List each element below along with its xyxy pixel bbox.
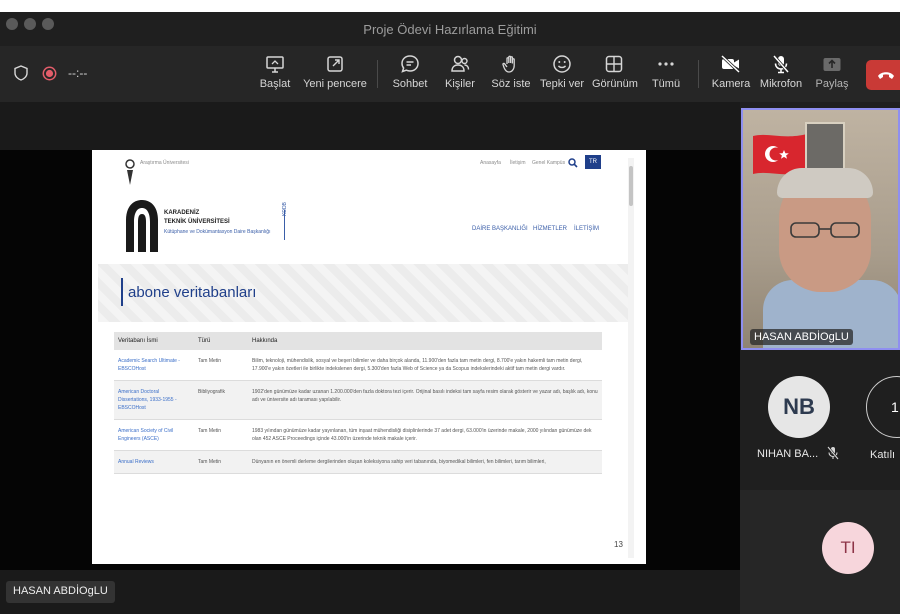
table-row: Academic Search Ultimate - EBSCOHost Tam… <box>114 350 602 381</box>
nav-contact[interactable]: İLETİŞİM <box>574 226 599 232</box>
mic-off-icon <box>827 446 839 460</box>
start-share-button[interactable]: Başlat <box>255 54 295 98</box>
reaction-label: Tepki ver <box>540 78 585 90</box>
people-icon <box>451 55 470 72</box>
table-header-row: Veritabanı İsmi Türü Hakkında <box>114 332 602 350</box>
people-button[interactable]: Kişiler <box>442 54 478 98</box>
database-about: Dünyanın en önemli derleme dergilerinden… <box>248 450 602 474</box>
database-table: Veritabanı İsmi Türü Hakkında Academic S… <box>114 332 602 474</box>
top-link-contact[interactable]: İletişim <box>510 160 526 166</box>
people-label: Kişiler <box>445 78 475 90</box>
mic-off-icon <box>772 55 790 74</box>
participant-video-tile[interactable]: HASAN ABDİOgLU <box>741 108 900 350</box>
database-name-link[interactable]: American Society of Civil Engineers (ASC… <box>114 419 194 451</box>
share-button[interactable]: Paylaş <box>812 54 852 98</box>
ktu-logo-icon <box>126 200 158 252</box>
database-about: 1983 yılından günümüze kadar yayınlanan,… <box>248 419 602 451</box>
more-label: Tümü <box>651 78 681 90</box>
logo-line-2: TEKNİK ÜNİVERSİTESİ <box>164 219 230 225</box>
table-row: American Society of Civil Engineers (ASC… <box>114 419 602 451</box>
page-heading: abone veritabanları <box>128 284 257 301</box>
nav-services[interactable]: HİZMETLER <box>533 226 567 232</box>
presenter-name-tag: HASAN ABDİOgLU <box>6 581 115 603</box>
column-header-about: Hakkında <box>248 332 602 350</box>
top-link-home[interactable]: Anasayfa <box>480 160 501 166</box>
more-dots-icon <box>658 62 674 66</box>
toolbar-divider <box>698 60 699 88</box>
view-label: Görünüm <box>592 78 638 90</box>
scrollbar-thumb[interactable] <box>629 166 633 206</box>
camera-button[interactable]: Kamera <box>710 54 752 98</box>
reaction-button[interactable]: Tepki ver <box>540 54 584 98</box>
camera-label: Kamera <box>711 78 751 90</box>
more-button[interactable]: Tümü <box>650 54 682 98</box>
raise-hand-icon <box>502 55 515 73</box>
chat-icon <box>401 55 419 73</box>
database-name-link[interactable]: Annual Reviews <box>114 450 194 474</box>
database-type: Tam Metin <box>194 450 248 474</box>
participant-name-partial: Katılı <box>870 449 896 461</box>
logo-abbr: KDDB <box>282 202 288 216</box>
nav-department[interactable]: DAİRE BAŞKANLIĞI <box>472 226 528 232</box>
window-title: Proje Ödevi Hazırlama Eğitimi <box>363 22 537 37</box>
chat-label: Sohbet <box>392 78 428 90</box>
column-header-name: Veritabanı İsmi <box>114 332 194 350</box>
database-about: Bilim, teknoloji, mühendislik, sosyal ve… <box>248 350 602 381</box>
logo-line-1: KARADENİZ <box>164 210 200 216</box>
portrait-frame <box>805 122 845 170</box>
shield-icon <box>14 65 28 81</box>
leave-meeting-button[interactable] <box>866 60 900 90</box>
toolbar-divider <box>377 60 378 88</box>
hair-shape <box>777 168 873 198</box>
chat-button[interactable]: Sohbet <box>390 54 430 98</box>
raise-hand-label: Söz iste <box>491 78 531 90</box>
grid-view-icon <box>605 55 623 73</box>
start-share-label: Başlat <box>259 78 291 90</box>
new-window-button[interactable]: Yeni pencere <box>302 54 368 98</box>
share-tray-icon <box>823 58 841 71</box>
search-icon[interactable] <box>568 158 578 168</box>
database-type: Tam Metin <box>194 350 248 381</box>
glasses-icon <box>790 222 860 238</box>
title-bar: Proje Ödevi Hazırlama Eğitimi <box>0 12 900 46</box>
database-name-link[interactable]: American Doctoral Dissertations, 1933-19… <box>114 380 194 420</box>
database-name-link[interactable]: Academic Search Ultimate - EBSCOHost <box>114 350 194 381</box>
video-name-tag: HASAN ABDİOgLU <box>750 329 853 345</box>
database-type: Tam Metin <box>194 419 248 451</box>
database-about: 1902'den günümüze kadar uzanan 1.200.000… <box>248 380 602 420</box>
scrollbar-track[interactable] <box>628 158 634 558</box>
avatar-nb[interactable]: NB <box>768 376 830 438</box>
heading-accent-bar <box>121 278 123 306</box>
microphone-button[interactable]: Mikrofon <box>758 54 804 98</box>
new-window-icon <box>327 56 343 72</box>
top-link-campus[interactable]: Genel Kampüs <box>532 160 565 166</box>
new-window-label: Yeni pencere <box>303 78 367 90</box>
camera-off-icon <box>720 54 741 74</box>
view-button[interactable]: Görünüm <box>592 54 638 98</box>
raise-hand-button[interactable]: Söz iste <box>490 54 532 98</box>
table-row: Annual Reviews Tam Metin Dünyanın en öne… <box>114 450 602 474</box>
page-number: 13 <box>614 540 623 549</box>
column-header-type: Türü <box>194 332 248 350</box>
share-screen-icon <box>266 56 284 73</box>
table-row: American Doctoral Dissertations, 1933-19… <box>114 380 602 420</box>
language-selector[interactable]: TR <box>585 155 601 169</box>
database-type: Bibliyografik <box>194 380 248 420</box>
university-tagline: Araştırma Üniversitesi <box>140 160 189 166</box>
avatar-partial-initials: 1 <box>891 399 899 415</box>
logo-line-3: Kütüphane ve Dokümantasyon Daire Başkanl… <box>164 229 271 235</box>
torch-logo-icon <box>125 159 135 185</box>
microphone-label: Mikrofon <box>759 78 803 90</box>
share-label: Paylaş <box>815 78 849 90</box>
meeting-timer: --:-- <box>68 66 88 80</box>
avatar-ti[interactable]: TI <box>822 522 874 574</box>
participants-panel-bottom <box>740 490 900 614</box>
smile-icon <box>553 55 571 73</box>
meeting-toolbar: --:-- Başlat Yeni pencere Sohbet Kişiler… <box>0 46 900 102</box>
shared-screen[interactable]: Araştırma Üniversitesi Anasayfa İletişim… <box>92 150 646 564</box>
record-icon <box>42 66 57 81</box>
participant-name-nb: NIHAN BA... <box>757 448 819 460</box>
hang-up-icon <box>878 72 894 79</box>
meeting-window: Proje Ödevi Hazırlama Eğitimi --:-- Başl… <box>0 0 900 614</box>
